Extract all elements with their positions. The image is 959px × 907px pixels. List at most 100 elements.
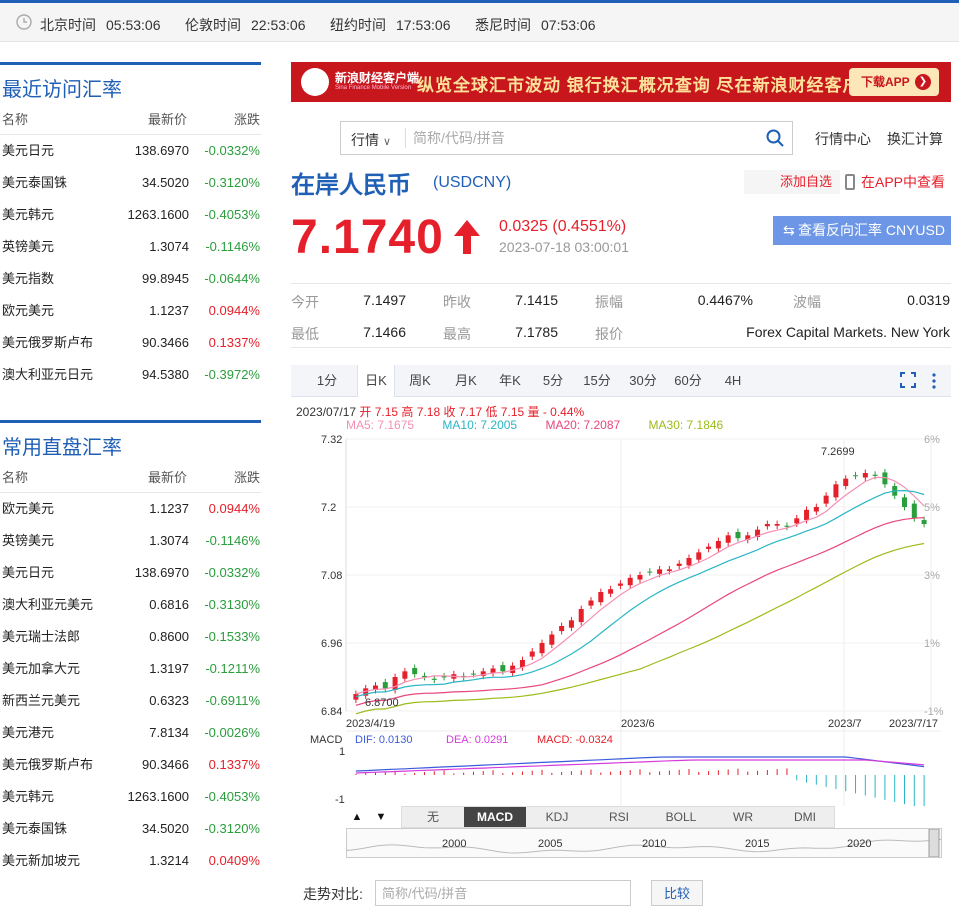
view-in-app-link[interactable]: 在APP中查看 [845, 170, 945, 194]
macd-tick: -1 [335, 794, 345, 806]
tab-period[interactable]: 周K [397, 365, 443, 397]
tab-period[interactable]: 1分 [301, 365, 353, 397]
rate-row[interactable]: 澳大利亚元美元 0.6816 -0.3130% [0, 589, 261, 621]
rate-name[interactable]: 新西兰元美元 [2, 685, 80, 717]
rate-name[interactable]: 美元韩元 [2, 199, 54, 231]
rate-row[interactable]: 美元韩元 1263.1600 -0.4053% [0, 199, 261, 231]
kline-chart[interactable]: 7.32 7.2 7.08 6.96 6.84 6% 5% 3% 1% -1% 7.2699 6.87… [291, 431, 951, 806]
candle-body [402, 671, 408, 679]
tab-period[interactable]: 日K [357, 365, 395, 397]
add-watchlist-button[interactable]: 添加自选 [744, 170, 840, 194]
tab-period[interactable]: 15分 [575, 365, 619, 397]
page-title: 在岸人民币 [291, 172, 411, 199]
rate-row[interactable]: 美元港元 7.8134 -0.0026% [0, 717, 261, 749]
more-icon[interactable] [932, 371, 936, 391]
rate-name[interactable]: 美元瑞士法郎 [2, 621, 80, 653]
rate-name[interactable]: 美元泰国铢 [2, 813, 67, 845]
rate-row[interactable]: 澳大利亚元日元 94.5380 -0.3972% [0, 359, 261, 391]
compare-bar: 走势对比: 比较 [291, 878, 951, 906]
rate-row[interactable]: 欧元美元 1.1237 0.0944% [0, 295, 261, 327]
up-arrow-icon [454, 220, 480, 254]
market-center-link[interactable]: 行情中心 [815, 129, 871, 149]
rate-name[interactable]: 欧元美元 [2, 493, 54, 525]
common-rates-title: 常用直盘汇率 [0, 420, 261, 459]
candle-body [872, 474, 878, 476]
rate-row[interactable]: 英镑美元 1.3074 -0.1146% [0, 525, 261, 557]
search-icon[interactable] [766, 129, 784, 147]
rate-price: 1.3074 [149, 533, 189, 548]
rate-row[interactable]: 美元俄罗斯卢布 90.3466 0.1337% [0, 749, 261, 781]
rate-name[interactable]: 美元俄罗斯卢布 [2, 749, 93, 781]
rate-row[interactable]: 美元加拿大元 1.3197 -0.1211% [0, 653, 261, 685]
rate-name[interactable]: 美元韩元 [2, 781, 54, 813]
table-header: 名称 最新价 涨跌 [0, 463, 261, 493]
scroll-down-button[interactable]: ▼ [372, 808, 390, 826]
rate-row[interactable]: 美元韩元 1263.1600 -0.4053% [0, 781, 261, 813]
rate-name[interactable]: 英镑美元 [2, 525, 54, 557]
rate-row[interactable]: 美元泰国铢 34.5020 -0.3120% [0, 167, 261, 199]
compare-button[interactable]: 比较 [651, 880, 703, 906]
tab-period[interactable]: 月K [443, 365, 489, 397]
stat-source: Forex Capital Markets. New York [746, 324, 950, 340]
rate-row[interactable]: 美元日元 138.6970 -0.0332% [0, 135, 261, 167]
rate-name[interactable]: 英镑美元 [2, 231, 54, 263]
tab-period[interactable]: 4H [711, 365, 755, 397]
tab-period[interactable]: 5分 [531, 365, 575, 397]
rate-row[interactable]: 美元瑞士法郎 0.8600 -0.1533% [0, 621, 261, 653]
search-type-select[interactable]: 行情 ∨ [351, 130, 391, 150]
rate-price: 0.8600 [149, 629, 189, 644]
candle-body [666, 569, 672, 572]
tab-indicator[interactable]: 无 [402, 807, 464, 827]
rate-row[interactable]: 美元指数 99.8945 -0.0644% [0, 263, 261, 295]
rate-price: 138.6970 [134, 565, 189, 580]
tab-indicator[interactable]: WR [712, 807, 774, 827]
reverse-rate-button[interactable]: ⇆ 查看反向汇率 CNYUSD [773, 216, 951, 245]
navigator-year-label: 2015 [745, 838, 769, 850]
y-tick-label-pct: 5% [924, 502, 940, 514]
rate-name[interactable]: 美元日元 [2, 557, 54, 589]
tab-period[interactable]: 30分 [621, 365, 665, 397]
candle-body [735, 531, 741, 539]
stat-label: 今开 [291, 294, 319, 310]
rate-row[interactable]: 英镑美元 1.3074 -0.1146% [0, 231, 261, 263]
rate-change: -0.6911% [205, 693, 260, 708]
rate-name[interactable]: 美元新加坡元 [2, 845, 80, 877]
fx-calc-link[interactable]: 换汇计算 [887, 129, 943, 149]
rate-name[interactable]: 美元港元 [2, 717, 54, 749]
tab-indicator[interactable]: MACD [464, 807, 526, 827]
tab-indicator[interactable]: BOLL [650, 807, 712, 827]
range-navigator[interactable]: 2000 2005 2010 2015 2020 [346, 828, 942, 858]
compare-input[interactable] [375, 880, 631, 906]
tab-indicator[interactable]: DMI [774, 807, 836, 827]
price-change: 0.0325 (0.4551%) [499, 218, 627, 235]
clock-london: 伦敦时间 22:53:06 [185, 17, 306, 33]
scroll-up-button[interactable]: ▲ [348, 808, 366, 826]
rate-name[interactable]: 美元俄罗斯卢布 [2, 327, 93, 359]
rate-name[interactable]: 美元泰国铢 [2, 167, 67, 199]
rate-row[interactable]: 美元俄罗斯卢布 90.3466 0.1337% [0, 327, 261, 359]
rate-name[interactable]: 澳大利亚元美元 [2, 589, 93, 621]
rate-name[interactable]: 美元日元 [2, 135, 54, 167]
tab-period[interactable]: 年K [489, 365, 531, 397]
rate-price: 138.6970 [134, 143, 189, 158]
rate-row[interactable]: 欧元美元 1.1237 0.0944% [0, 493, 261, 525]
rate-name[interactable]: 澳大利亚元日元 [2, 359, 93, 391]
rate-name[interactable]: 美元指数 [2, 263, 54, 295]
rate-row[interactable]: 新西兰元美元 0.6323 -0.6911% [0, 685, 261, 717]
rate-row[interactable]: 美元日元 138.6970 -0.0332% [0, 557, 261, 589]
fullscreen-icon[interactable] [900, 372, 916, 388]
app-banner[interactable]: 新浪财经客户端 Sina Finance Mobile Version 纵览全球… [291, 62, 951, 102]
rate-name[interactable]: 美元加拿大元 [2, 653, 80, 685]
candle-body [696, 552, 702, 560]
rate-row[interactable]: 美元泰国铢 34.5020 -0.3120% [0, 813, 261, 845]
candle-body [539, 643, 545, 654]
tab-indicator[interactable]: KDJ [526, 807, 588, 827]
navigator-handle[interactable] [928, 828, 940, 858]
rate-row[interactable]: 美元新加坡元 1.3214 0.0409% [0, 845, 261, 877]
rate-price: 1.1237 [149, 303, 189, 318]
rate-name[interactable]: 欧元美元 [2, 295, 54, 327]
tab-period[interactable]: 60分 [665, 365, 711, 397]
tab-indicator[interactable]: RSI [588, 807, 650, 827]
download-app-button[interactable]: 下载APP ❯ [849, 68, 939, 96]
search-input[interactable] [413, 127, 753, 149]
